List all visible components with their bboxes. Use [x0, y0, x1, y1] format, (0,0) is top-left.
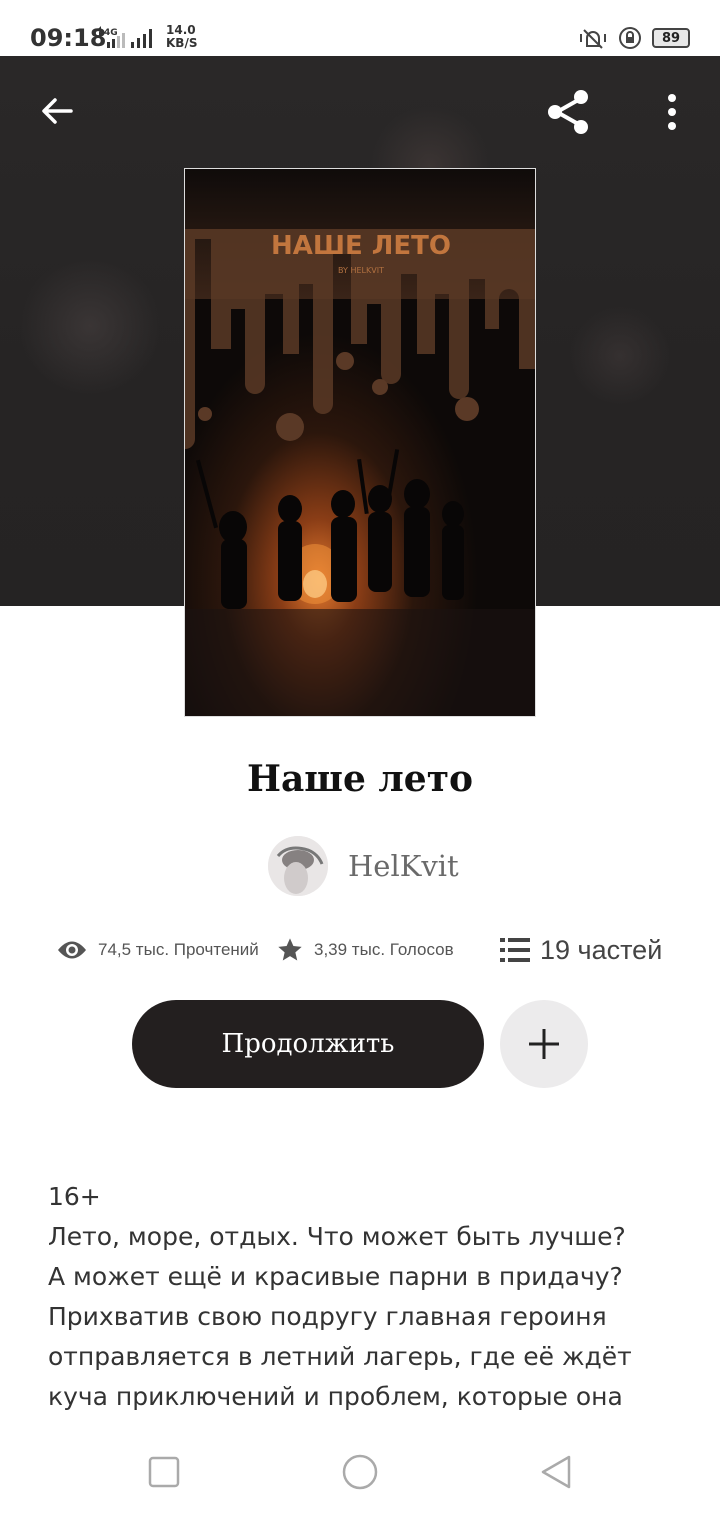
votes-count: 3,39 тыс. Голосов	[314, 940, 454, 959]
star-icon	[278, 938, 302, 961]
share-icon	[548, 90, 588, 134]
cover-byline: BY HELKVIT	[338, 266, 384, 275]
parts-count: 19 частей	[540, 934, 663, 965]
description-line: Прихватив свою подругу главная героиня	[48, 1302, 607, 1331]
reads-count: 74,5 тыс. Прочтений	[98, 940, 259, 959]
reads-stat: 74,5 тыс. Прочтений	[56, 930, 259, 970]
description-line: А может ещё и красивые парни в придачу?	[48, 1262, 623, 1291]
author-name: HelKvit	[348, 849, 459, 883]
more-options-button[interactable]	[648, 84, 696, 140]
status-right: 89	[578, 26, 690, 50]
description-line: отправляется в летний лагерь, где её ждё…	[48, 1342, 632, 1371]
vibrate-icon	[580, 29, 606, 49]
status-time: 09:18	[30, 24, 107, 52]
author-link[interactable]: HelKvit	[268, 836, 459, 896]
book-stats: 74,5 тыс. Прочтений 3,39 тыс. Голосов 19…	[56, 930, 676, 970]
book-description: 16+ Лето, море, отдых. Что может быть лу…	[48, 1177, 688, 1417]
triangle-back-icon	[541, 1455, 571, 1489]
lock-rotation-icon	[619, 27, 641, 49]
book-cover[interactable]: НАШЕ ЛЕТО BY HELKVIT	[184, 168, 536, 717]
eye-icon	[58, 941, 86, 959]
signal-icons: 4G	[96, 26, 156, 48]
speed-unit: KB/S	[166, 36, 198, 50]
battery-indicator: 89	[652, 28, 690, 48]
system-back-button[interactable]	[536, 1452, 576, 1492]
network-speed: 14.0 KB/S	[166, 24, 197, 50]
cover-title: НАШЕ ЛЕТО	[271, 231, 451, 261]
cover-artwork: НАШЕ ЛЕТО BY HELKVIT	[185, 169, 535, 716]
list-icon	[500, 938, 530, 962]
votes-stat: 3,39 тыс. Голосов	[276, 930, 454, 970]
square-icon	[148, 1456, 180, 1488]
description-line: Лето, море, отдых. Что может быть лучше?	[48, 1222, 626, 1251]
arrow-left-icon	[42, 98, 73, 124]
recents-button[interactable]	[144, 1452, 184, 1492]
age-rating: 16+	[48, 1182, 101, 1211]
home-button[interactable]	[340, 1452, 380, 1492]
circle-icon	[342, 1454, 378, 1490]
more-vertical-icon	[668, 94, 676, 130]
continue-reading-button[interactable]: Продолжить	[132, 1000, 484, 1088]
svg-text:4G: 4G	[104, 28, 118, 38]
avatar	[268, 836, 328, 896]
plus-icon	[529, 1029, 559, 1059]
parts-stat[interactable]: 19 частей	[500, 930, 662, 970]
book-title: Наше лето	[246, 758, 474, 800]
add-to-library-button[interactable]	[500, 1000, 588, 1088]
signal-4g-icon: 4G	[98, 26, 125, 48]
back-button[interactable]	[30, 84, 84, 138]
status-bar: 09:18 4G 14.0 KB/S 89	[0, 0, 720, 56]
description-line: куча приключений и проблем, которые она	[48, 1382, 623, 1411]
signal-bars-icon	[131, 29, 152, 48]
share-button[interactable]	[540, 84, 596, 140]
